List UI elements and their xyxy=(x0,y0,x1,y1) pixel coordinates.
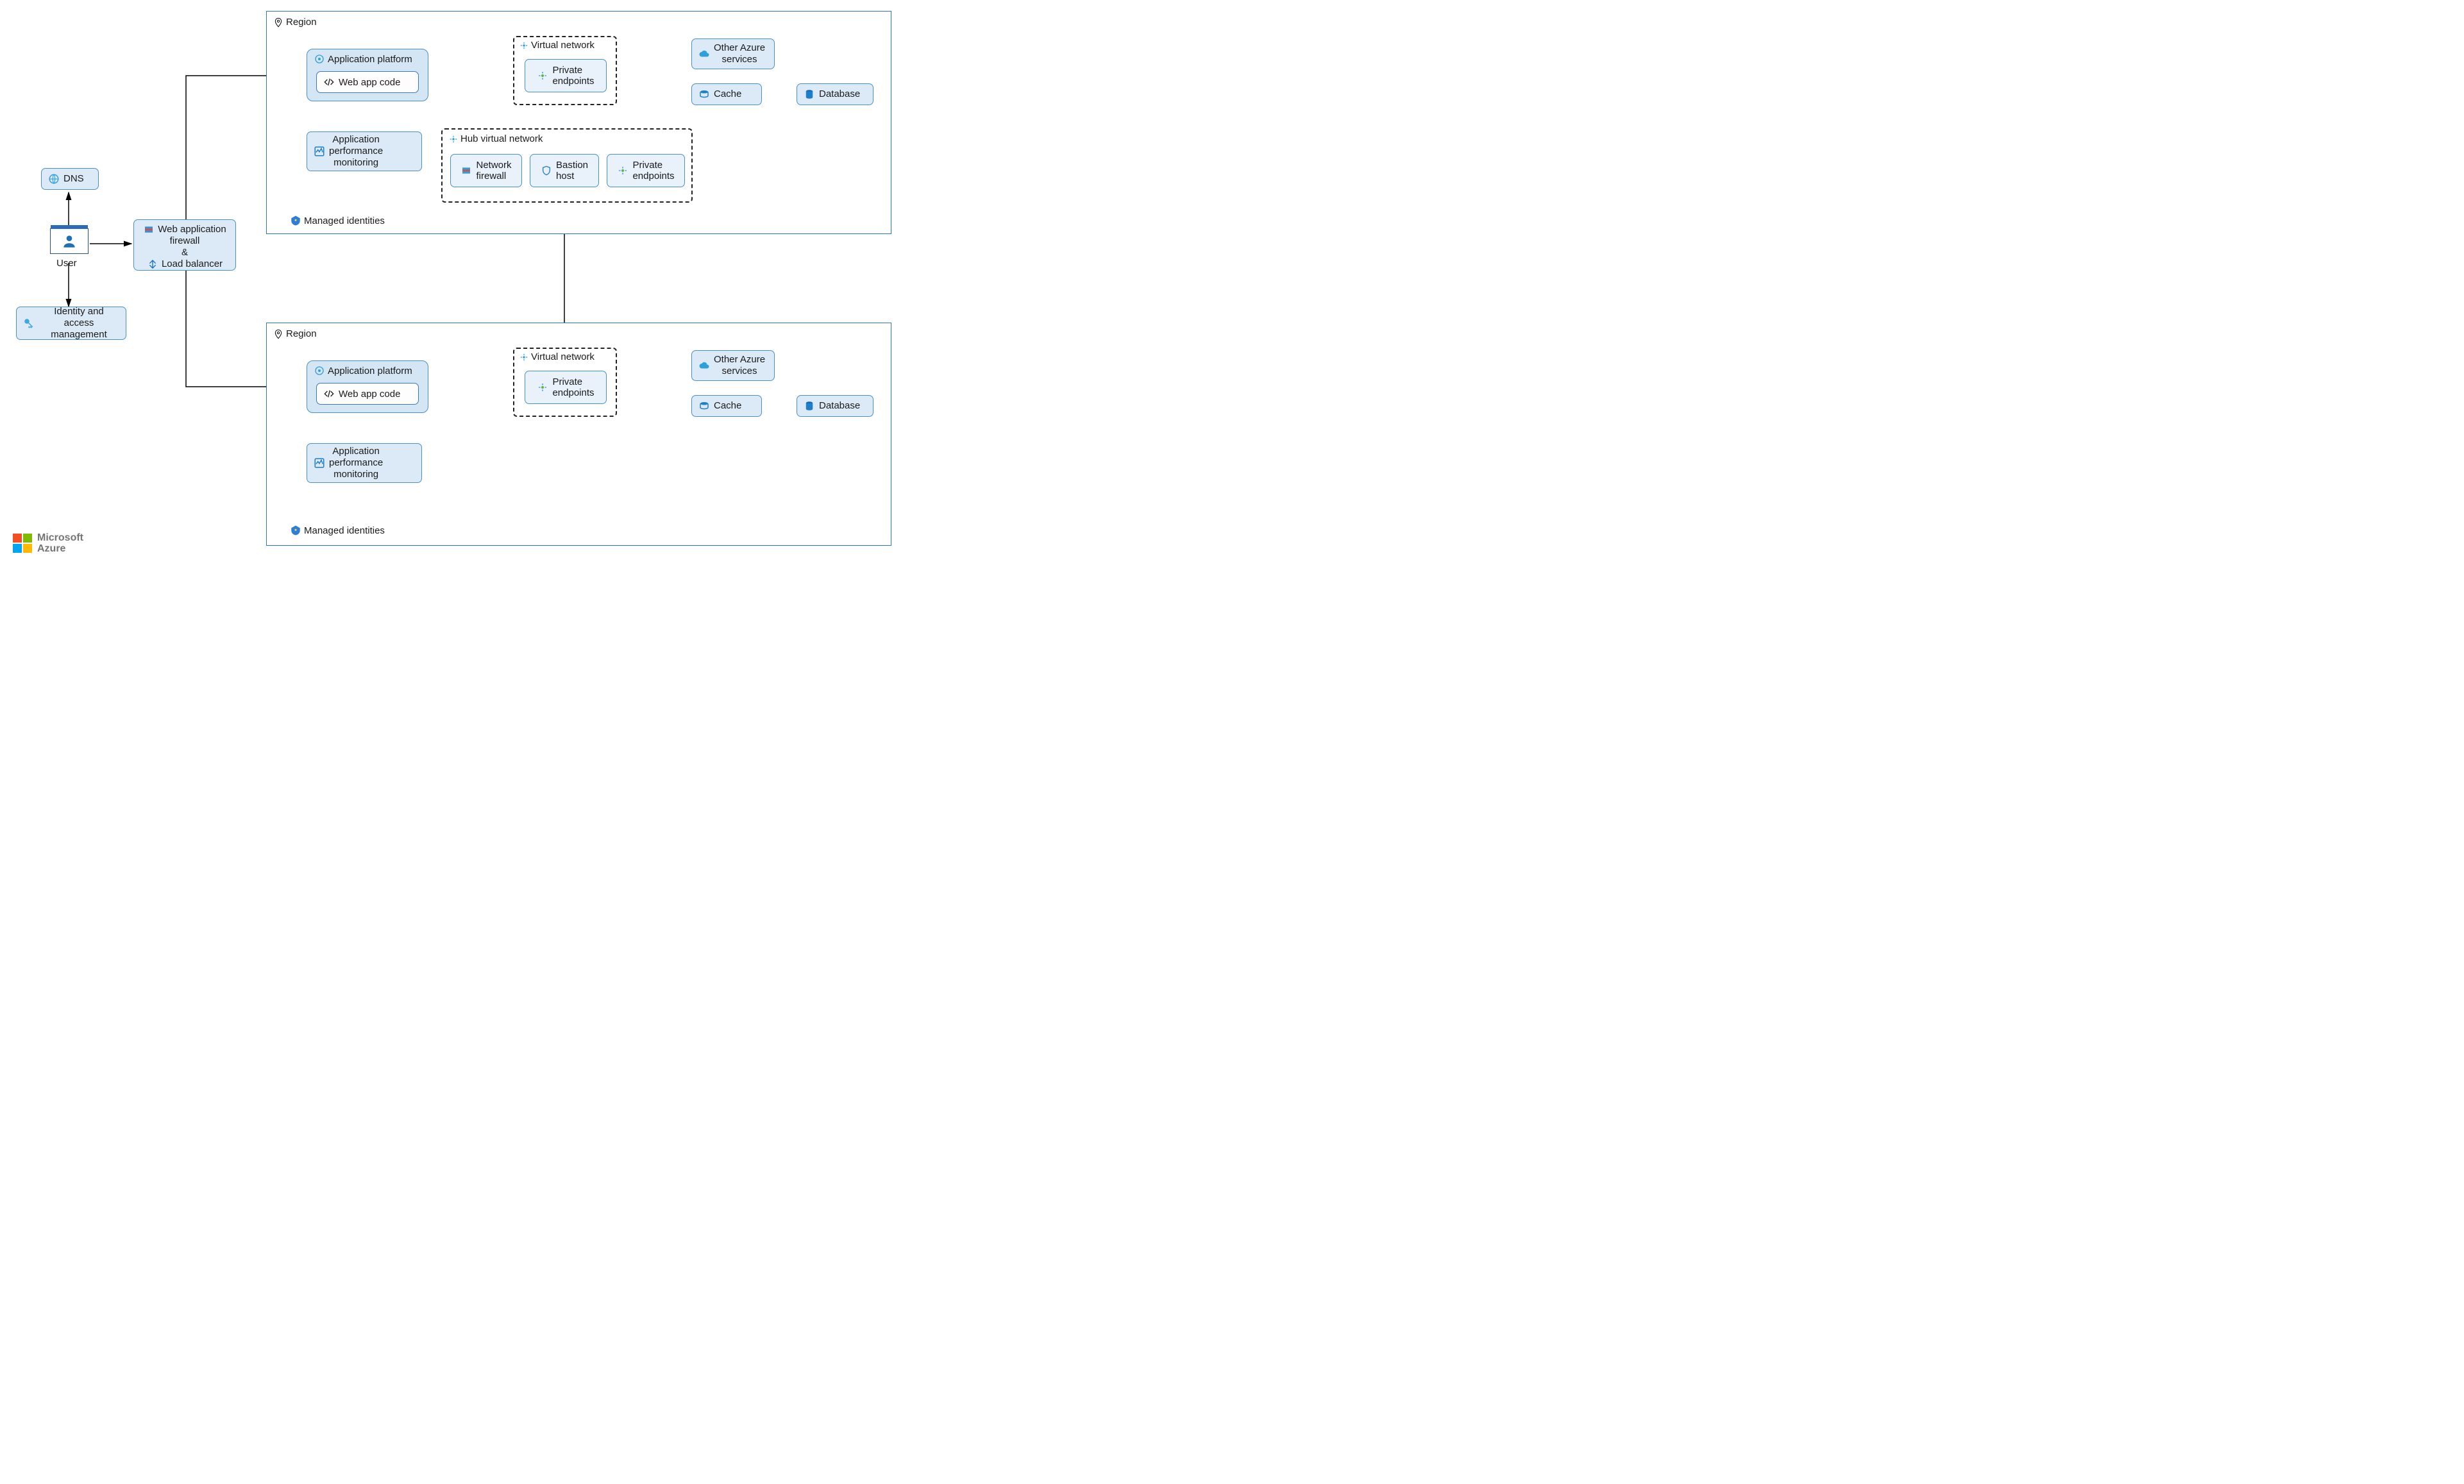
user-label: User xyxy=(56,258,77,269)
vnet-label-r2: Virtual network xyxy=(519,351,595,362)
vnet-label-r1: Virtual network xyxy=(519,40,595,51)
dns-label: DNS xyxy=(63,173,84,185)
firewall-icon xyxy=(460,165,472,176)
vnet-r1: Virtual network Private endpoints xyxy=(513,36,617,105)
region1-label: Region xyxy=(273,17,317,28)
vnet-icon xyxy=(519,353,528,362)
iam-node: Identity and access management xyxy=(16,307,126,340)
app-platform-r2: Application platform Web app code xyxy=(307,360,428,413)
hub-vnet: Hub virtual network Network firewall Bas… xyxy=(441,128,693,203)
private-endpoints-r2: Private endpoints xyxy=(525,371,607,404)
waf-label-2: firewall xyxy=(170,235,200,247)
monitor-icon xyxy=(314,146,325,157)
vnet-icon xyxy=(519,41,528,50)
endpoint-icon xyxy=(537,70,548,81)
app-platform-r1: Application platform Web app code xyxy=(307,49,428,101)
cache-icon xyxy=(698,400,710,412)
hub-private-endpoints: Private endpoints xyxy=(607,154,685,187)
code-icon xyxy=(323,76,335,88)
microsoft-logo-icon xyxy=(13,534,32,553)
database-r1: Database xyxy=(797,83,873,105)
web-app-code-r2: Web app code xyxy=(316,383,419,405)
other-azure-r2: Other Azure services xyxy=(691,350,775,381)
lb-label: Load balancer xyxy=(162,258,223,270)
app-service-icon xyxy=(314,53,325,65)
managed-identities-r2: Managed identities xyxy=(290,525,385,536)
hub-vnet-label: Hub virtual network xyxy=(449,133,543,144)
endpoint-icon xyxy=(537,382,548,393)
code-icon xyxy=(323,388,335,400)
load-balancer-icon xyxy=(147,258,158,270)
identity-icon xyxy=(290,525,301,536)
waf-label-1: Web application xyxy=(158,224,226,235)
iam-label: Identity and access management xyxy=(38,306,119,341)
database-r2: Database xyxy=(797,395,873,417)
key-icon xyxy=(23,317,35,329)
dns-node: DNS xyxy=(41,168,99,190)
bastion-host-node: Bastion host xyxy=(530,154,599,187)
waf-lb-node: Web application firewall & Load balancer xyxy=(133,219,236,271)
pin-icon xyxy=(273,329,283,339)
globe-icon xyxy=(48,173,60,185)
web-app-code-r1: Web app code xyxy=(316,71,419,93)
private-endpoints-r1: Private endpoints xyxy=(525,59,607,92)
app-platform-label-r1: Application platform xyxy=(314,53,412,65)
shield-icon xyxy=(541,165,552,176)
region2-label: Region xyxy=(273,328,317,339)
vnet-icon xyxy=(449,135,458,144)
network-firewall-node: Network firewall xyxy=(450,154,522,187)
azure-logo: Microsoft Azure xyxy=(13,532,83,555)
cache-r1: Cache xyxy=(691,83,762,105)
vnet-r2: Virtual network Private endpoints xyxy=(513,348,617,417)
firewall-icon xyxy=(143,224,155,235)
logo-text-2: Azure xyxy=(37,543,83,555)
cache-icon xyxy=(698,89,710,100)
apm-r1: Application performance monitoring xyxy=(307,131,422,171)
logo-text-1: Microsoft xyxy=(37,532,83,544)
app-service-icon xyxy=(314,365,325,376)
apm-r2: Application performance monitoring xyxy=(307,443,422,483)
app-platform-label-r2: Application platform xyxy=(314,365,412,376)
cloud-icon xyxy=(698,48,710,60)
monitor-icon xyxy=(314,457,325,469)
managed-identities-r1: Managed identities xyxy=(290,215,385,226)
pin-icon xyxy=(273,17,283,28)
identity-icon xyxy=(290,215,301,226)
database-icon xyxy=(804,89,815,100)
user-icon xyxy=(61,233,78,249)
cache-r2: Cache xyxy=(691,395,762,417)
database-icon xyxy=(804,400,815,412)
cloud-icon xyxy=(698,360,710,371)
endpoint-icon xyxy=(617,165,629,176)
user-box xyxy=(50,228,89,254)
waf-ampersand: & xyxy=(181,247,188,258)
other-azure-r1: Other Azure services xyxy=(691,38,775,69)
